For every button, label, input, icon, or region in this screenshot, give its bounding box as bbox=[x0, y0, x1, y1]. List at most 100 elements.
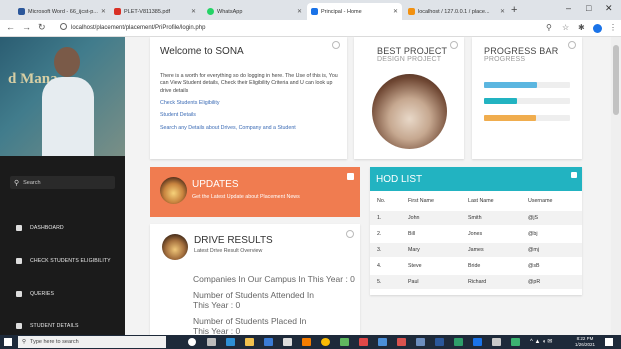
table-cell: @jS bbox=[528, 215, 539, 221]
windows-taskbar: ⚲ Type here to search ^ ▲ ◖ ✉ 8:22 PM 1/… bbox=[0, 335, 621, 349]
sidebar-item-label: QUERIES bbox=[30, 291, 55, 297]
column-header: Last Name bbox=[468, 198, 494, 204]
sidebar-item-label: STUDENT DETAILS bbox=[30, 323, 79, 329]
table-row: 5. Paul Richard @pR bbox=[370, 275, 582, 289]
store-icon[interactable] bbox=[264, 338, 273, 346]
url-field[interactable]: localhost/placement/placement/PriProfile… bbox=[60, 23, 205, 31]
new-tab-button[interactable]: + bbox=[511, 4, 517, 16]
edge-icon[interactable] bbox=[226, 338, 235, 346]
student-details-link[interactable]: Student Details bbox=[160, 112, 196, 118]
sidebar-item-eligibility[interactable]: CHECK STUDENTS ELIGIBILITY bbox=[0, 253, 125, 269]
app-icon[interactable] bbox=[454, 338, 463, 346]
taskbar-clock[interactable]: 8:22 PM 1/26/2021 bbox=[575, 336, 595, 348]
settings-ring-icon[interactable] bbox=[450, 41, 458, 49]
welcome-card: Welcome to SONA There is a worth for eve… bbox=[150, 37, 347, 159]
drive-results-card: DRIVE RESULTS Latest Drive Result Overvi… bbox=[150, 224, 360, 336]
word-icon[interactable] bbox=[435, 338, 444, 346]
table-cell: 1. bbox=[377, 215, 382, 221]
back-icon[interactable]: ← bbox=[6, 22, 15, 32]
app-icon[interactable] bbox=[378, 338, 387, 346]
app-icon[interactable] bbox=[511, 338, 520, 346]
best-project-title: BEST PROJECT bbox=[377, 46, 448, 56]
app-icon[interactable] bbox=[492, 338, 501, 346]
settings-ring-icon[interactable] bbox=[346, 230, 354, 238]
close-tab-icon[interactable]: ✕ bbox=[98, 8, 106, 15]
browser-tab[interactable]: localhost / 127.0.0.1 / place... ✕ bbox=[404, 3, 509, 20]
star-icon[interactable]: ☆ bbox=[562, 23, 569, 32]
table-cell: James bbox=[468, 247, 484, 253]
profile-avatar[interactable] bbox=[593, 24, 602, 33]
minimize-button[interactable]: – bbox=[566, 3, 571, 13]
progress-bar bbox=[484, 98, 570, 104]
welcome-title: Welcome to SONA bbox=[160, 46, 244, 57]
browser-tab[interactable]: PLET-V811385.pdf ✕ bbox=[110, 3, 200, 20]
notification-icon[interactable] bbox=[605, 338, 613, 346]
tab-label: PLET-V811385.pdf bbox=[124, 8, 171, 15]
updates-close-icon[interactable] bbox=[347, 173, 354, 180]
drive-subtitle: Latest Drive Result Overview bbox=[194, 248, 263, 254]
best-project-subtitle: DESIGN PROJECT bbox=[377, 56, 442, 63]
sidebar-item-queries[interactable]: QUERIES bbox=[0, 286, 125, 302]
users-icon bbox=[16, 323, 22, 329]
tab-label: WhatsApp bbox=[217, 8, 243, 15]
progress-bar bbox=[484, 115, 570, 121]
table-cell: Smith bbox=[468, 215, 482, 221]
hod-close-icon[interactable] bbox=[571, 172, 577, 178]
settings-ring-icon[interactable] bbox=[568, 41, 576, 49]
hero-photo: d Mana bbox=[0, 37, 125, 156]
table-cell: Jones bbox=[468, 231, 483, 237]
task-view-icon[interactable] bbox=[207, 338, 216, 346]
close-tab-icon[interactable]: ✕ bbox=[390, 8, 398, 15]
maximize-button[interactable]: □ bbox=[586, 3, 591, 13]
sidebar-item-dashboard[interactable]: DASHBOARD bbox=[0, 220, 125, 236]
browser-tab-active[interactable]: Principal - Home ✕ bbox=[307, 3, 402, 20]
close-window-button[interactable]: ✕ bbox=[605, 3, 613, 14]
app-icon[interactable] bbox=[397, 338, 406, 346]
file-explorer-icon[interactable] bbox=[245, 338, 254, 346]
xampp-icon[interactable] bbox=[302, 338, 311, 346]
drive-stat: Number of Students Placed In This Year :… bbox=[193, 316, 307, 336]
updates-subtitle: Get the Latest Update about Placement Ne… bbox=[192, 194, 300, 200]
taskbar-search-input[interactable]: ⚲ Type here to search bbox=[18, 336, 166, 348]
close-tab-icon[interactable]: ✕ bbox=[497, 8, 505, 15]
table-cell: Steve bbox=[408, 263, 422, 269]
reload-icon[interactable]: ↻ bbox=[38, 22, 46, 33]
updates-card[interactable]: UPDATES Get the Latest Update about Plac… bbox=[150, 167, 360, 217]
hod-list-card: HOD LIST No. First Name Last Name Userna… bbox=[370, 167, 582, 295]
zoom-icon[interactable]: ⚲ bbox=[546, 23, 552, 32]
whatsapp-icon bbox=[207, 8, 214, 15]
app-icon[interactable] bbox=[283, 338, 292, 346]
app-icon[interactable] bbox=[359, 338, 368, 346]
scrollbar-thumb[interactable] bbox=[613, 45, 619, 115]
browser-tab[interactable]: WhatsApp ✕ bbox=[203, 3, 306, 20]
menu-icon[interactable]: ⋮ bbox=[609, 23, 617, 32]
progress-card: PROGRESS BAR PROGRESS bbox=[472, 37, 582, 159]
cortana-icon[interactable] bbox=[188, 338, 196, 346]
chrome-icon[interactable] bbox=[321, 338, 330, 346]
app-icon[interactable] bbox=[340, 338, 349, 346]
browser-tabbar: Microsoft Word - 66_ijcst-p... ✕ PLET-V8… bbox=[0, 0, 621, 20]
app-icon[interactable] bbox=[416, 338, 425, 346]
check-eligibility-link[interactable]: Check Students Eligibility bbox=[160, 100, 219, 106]
clock-date: 1/26/2021 bbox=[575, 342, 596, 347]
sidebar-item-student-details[interactable]: STUDENT DETAILS bbox=[0, 318, 125, 334]
browser-tab[interactable]: Microsoft Word - 66_ijcst-p... ✕ bbox=[14, 3, 109, 20]
close-tab-icon[interactable]: ✕ bbox=[188, 8, 196, 15]
table-row: 1. John Smith @jS bbox=[370, 211, 582, 225]
pdf-icon bbox=[114, 8, 121, 15]
table-cell: @mj bbox=[528, 247, 539, 253]
search-details-link[interactable]: Search any Details about Drives, Company… bbox=[160, 125, 296, 131]
document-icon bbox=[16, 291, 22, 297]
taskbar-search-placeholder: Type here to search bbox=[30, 339, 79, 345]
close-tab-icon[interactable]: ✕ bbox=[294, 8, 302, 15]
drive-image bbox=[162, 234, 188, 260]
system-tray-icons[interactable]: ^ ▲ ◖ ✉ bbox=[530, 338, 552, 345]
forward-icon[interactable]: → bbox=[22, 22, 31, 32]
sidebar-search-input[interactable]: ⚲ Search bbox=[10, 176, 115, 189]
windows-start-icon[interactable] bbox=[4, 338, 12, 346]
info-icon[interactable] bbox=[60, 23, 67, 30]
extensions-icon[interactable]: ✱ bbox=[578, 23, 585, 32]
hod-list-header: HOD LIST bbox=[370, 167, 582, 191]
app-icon[interactable] bbox=[473, 338, 482, 346]
settings-ring-icon[interactable] bbox=[332, 41, 340, 49]
